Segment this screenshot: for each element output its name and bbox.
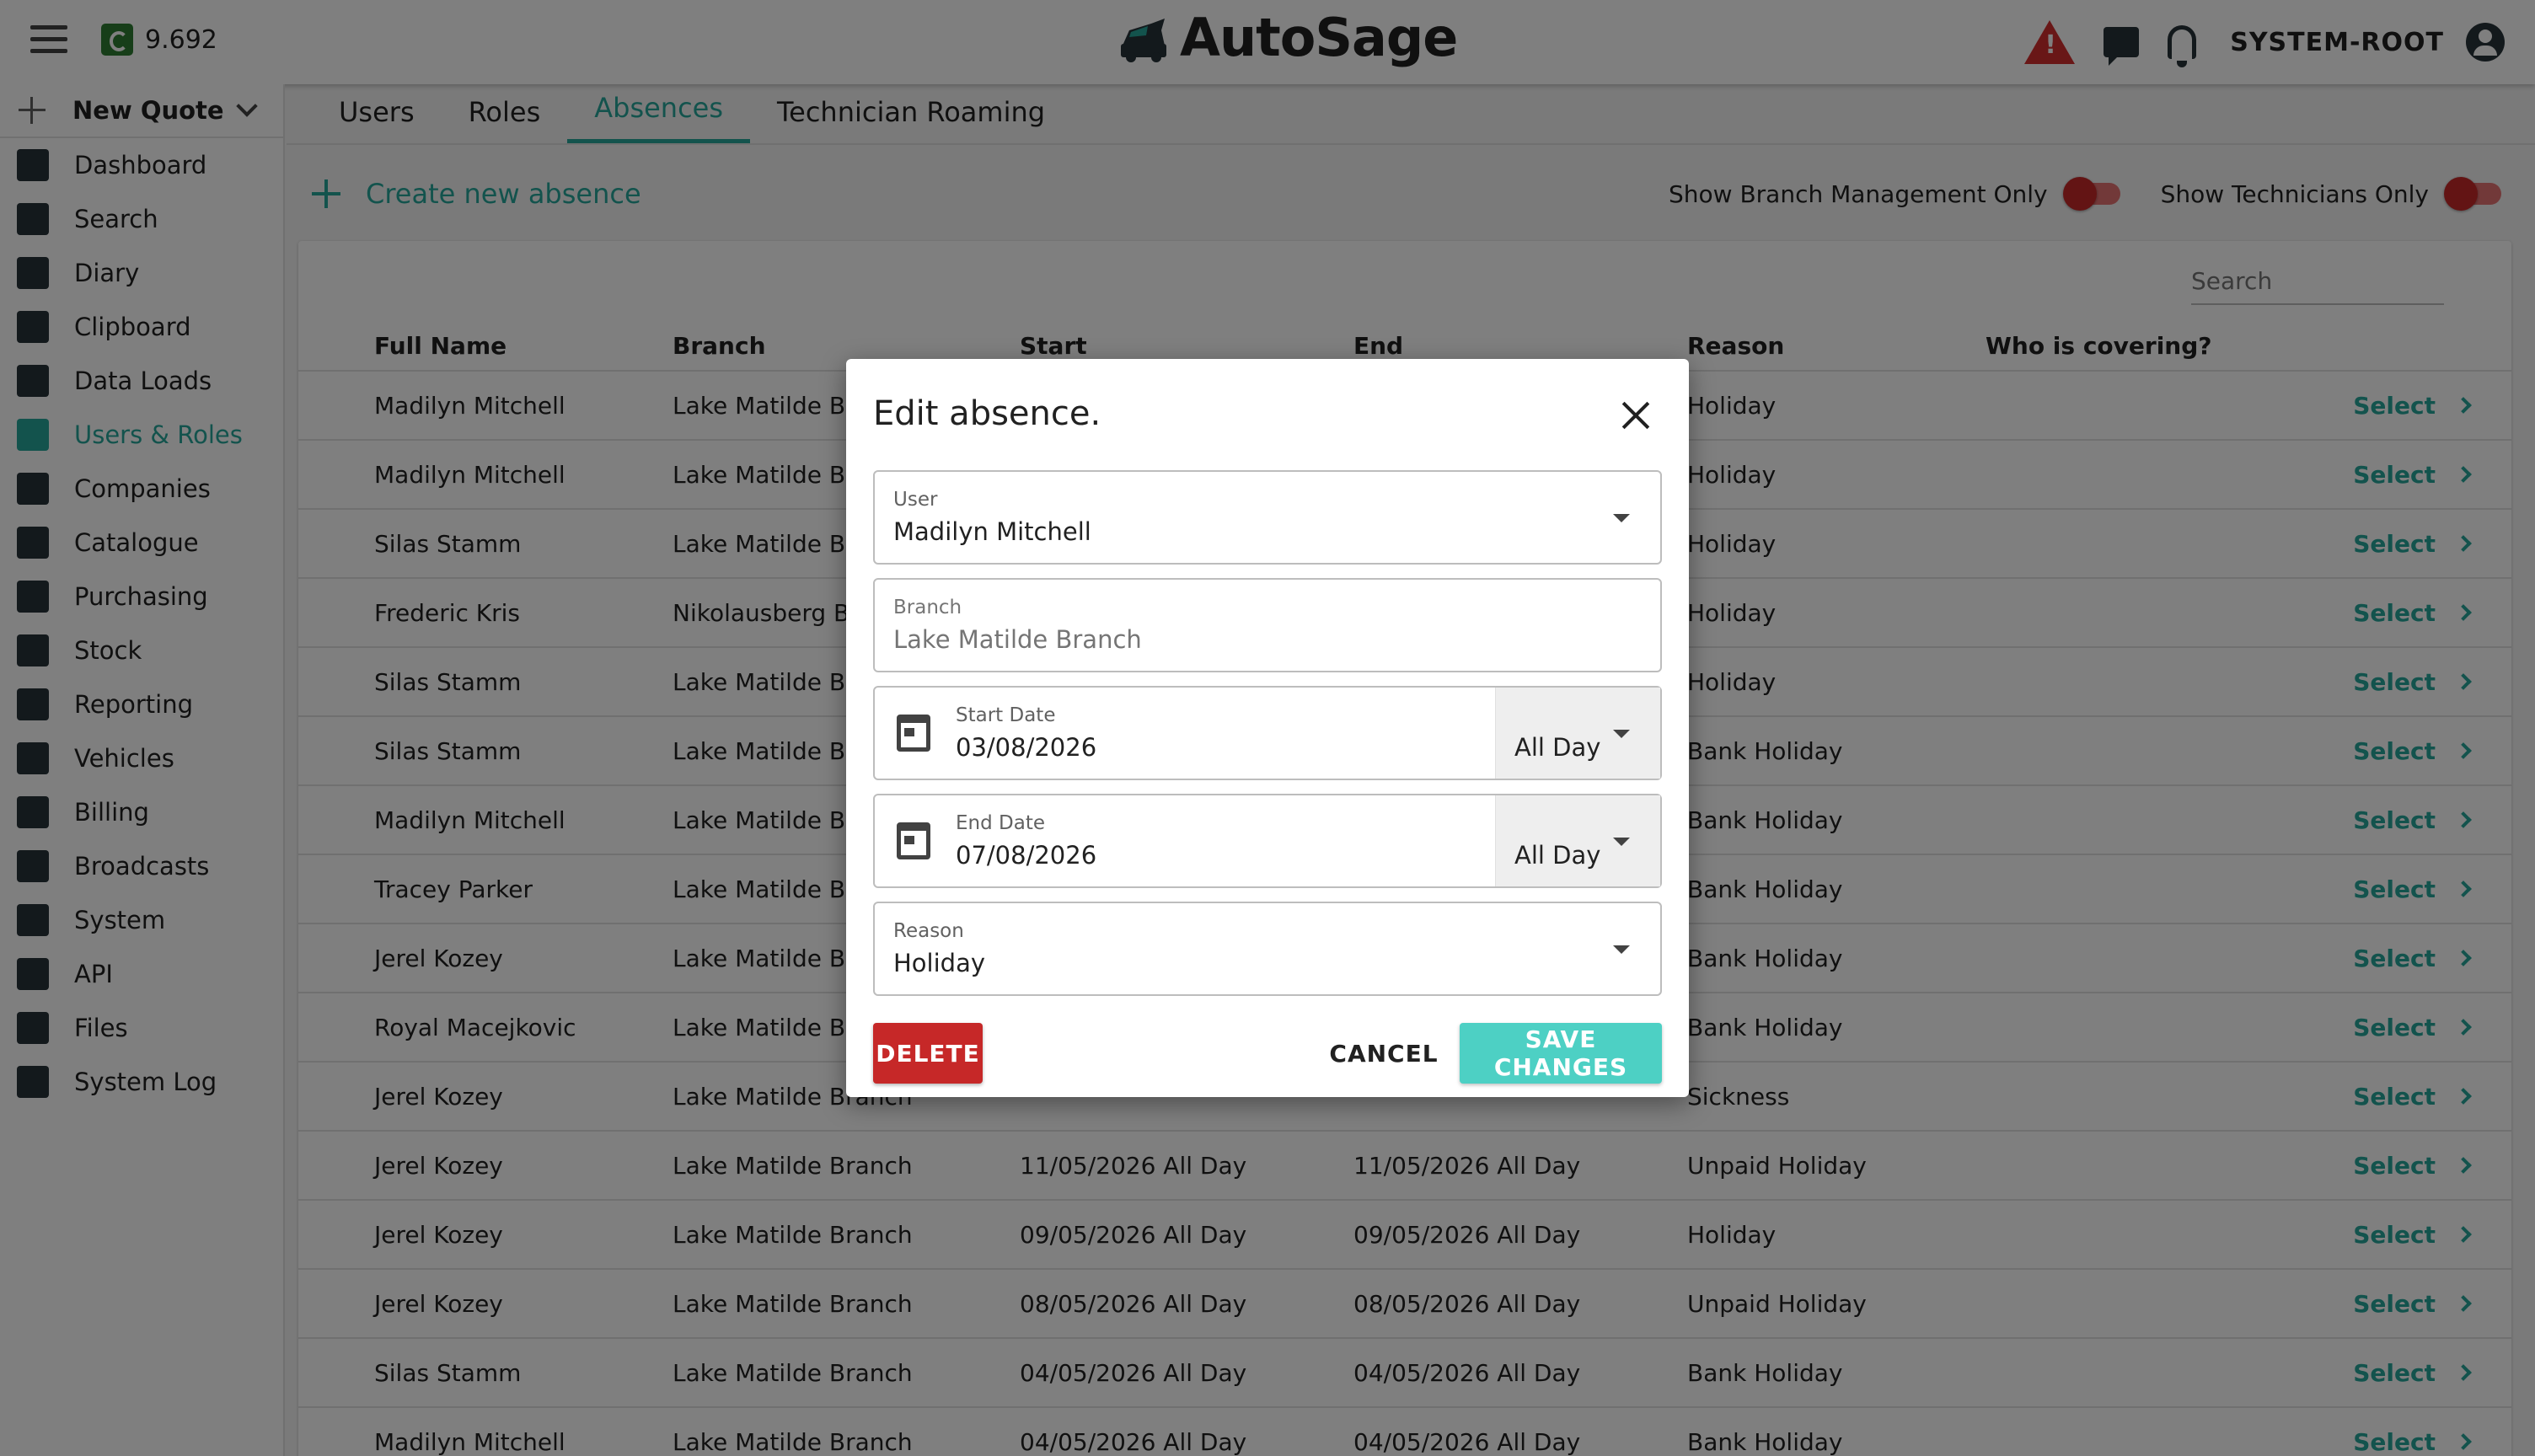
branch-field: Branch Lake Matilde Branch [873,578,1662,672]
dropdown-arrow-icon [1613,514,1630,522]
delete-button[interactable]: DELETE [873,1023,983,1084]
start-date-input[interactable]: Start Date 03/08/2026 [875,688,1498,779]
start-date-field: Start Date 03/08/2026 All Day [873,686,1662,780]
end-date-value: 07/08/2026 [956,841,1097,870]
calendar-icon[interactable] [897,715,930,752]
edit-absence-dialog: Edit absence. User Madilyn Mitchell Bran… [846,359,1689,1097]
end-date-field: End Date 07/08/2026 All Day [873,794,1662,888]
reason-select[interactable]: Reason Holiday [873,902,1662,996]
user-select[interactable]: User Madilyn Mitchell [873,470,1662,565]
user-value: Madilyn Mitchell [893,517,1091,546]
user-label: User [893,489,938,511]
reason-value: Holiday [893,949,986,977]
branch-value: Lake Matilde Branch [893,625,1142,654]
start-period-select[interactable]: All Day [1495,688,1660,779]
start-period-value: All Day [1514,733,1601,762]
dropdown-arrow-icon [1613,945,1630,954]
cancel-button[interactable]: CANCEL [1325,1023,1443,1084]
save-changes-button[interactable]: SAVE CHANGES [1460,1023,1662,1084]
end-date-label: End Date [956,812,1045,834]
end-period-value: All Day [1514,841,1601,870]
calendar-icon[interactable] [897,822,930,859]
end-date-input[interactable]: End Date 07/08/2026 [875,795,1498,886]
reason-label: Reason [893,920,964,942]
end-period-select[interactable]: All Day [1495,795,1660,886]
close-icon[interactable] [1621,401,1650,430]
start-date-value: 03/08/2026 [956,733,1097,762]
branch-label: Branch [893,597,962,618]
dialog-title: Edit absence. [873,394,1101,433]
start-date-label: Start Date [956,704,1056,726]
dropdown-arrow-icon [1613,838,1630,846]
dropdown-arrow-icon [1613,730,1630,738]
